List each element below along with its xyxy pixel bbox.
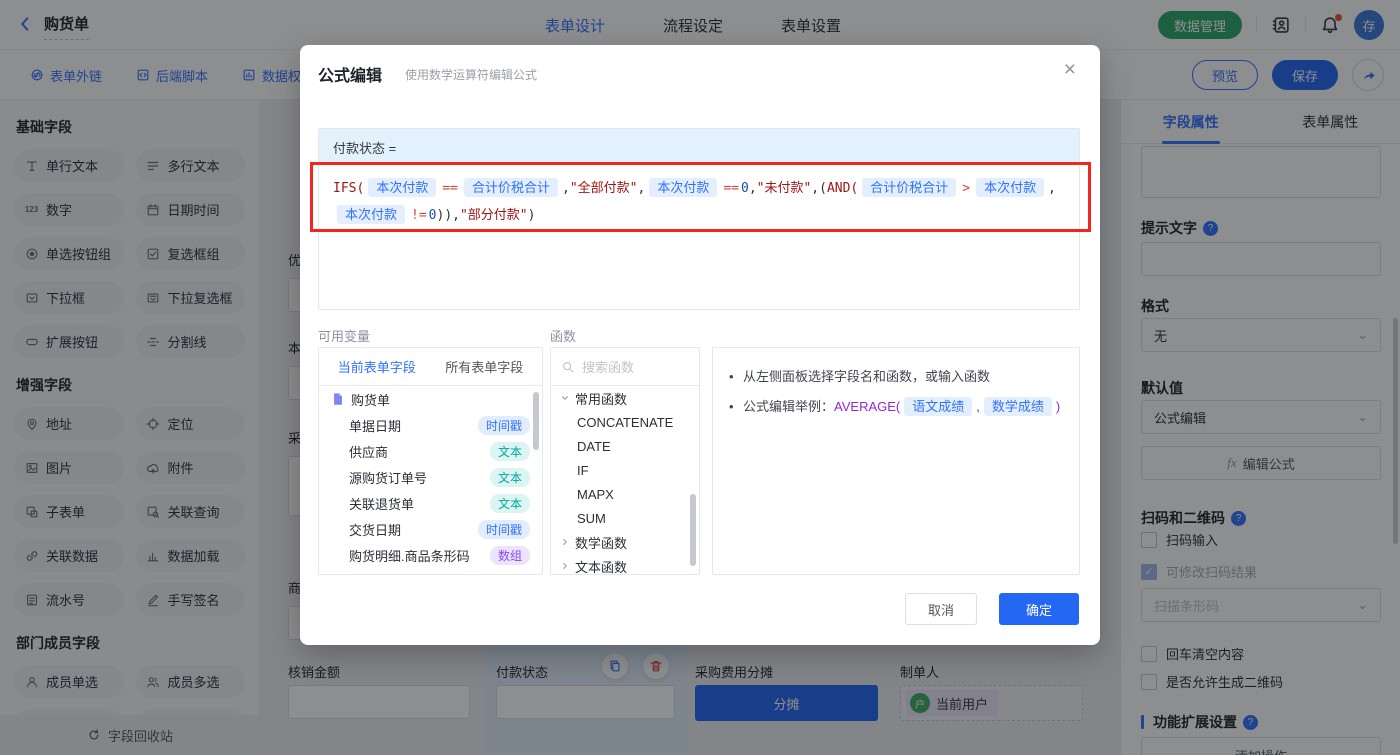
variable-root-row[interactable]: 购货单 [319, 386, 542, 412]
dialog-subtitle: 使用数学运算符编辑公式 [405, 68, 538, 82]
variable-name: 源购货订单号 [349, 470, 428, 486]
function-group[interactable]: 数学函数 [551, 530, 699, 554]
function-search-input[interactable]: 搜索函数 [551, 348, 699, 386]
formula-token: AND( [826, 181, 859, 196]
field-chip[interactable]: 本次付款 [976, 178, 1045, 197]
formula-token: != [411, 208, 427, 223]
field-chip[interactable]: 合计价税合计 [862, 178, 957, 197]
formula-token: )) [436, 208, 453, 223]
search-placeholder: 搜索函数 [582, 360, 635, 375]
variables-tab-1[interactable]: 当前表单字段 [338, 357, 416, 376]
field-type-badge: 文本 [489, 467, 530, 487]
example-comma: , [976, 399, 980, 414]
field-chip: 数学成绩 [983, 397, 1052, 416]
variable-row[interactable]: 购货明细.商品条形码 数组 [319, 542, 542, 568]
function-group-label: 文本函数 [575, 559, 628, 575]
functions-label: 函数 [550, 329, 577, 344]
chevron-right-icon [560, 560, 570, 572]
formula-token: , [637, 181, 646, 196]
function-item[interactable]: IF [551, 458, 699, 482]
function-item[interactable]: MAPX [551, 482, 699, 506]
dialog-title: 公式编辑 [318, 68, 383, 85]
formula-token: 0 [740, 181, 749, 196]
formula-token: ) [527, 208, 536, 223]
function-group-label: 数学函数 [575, 535, 628, 551]
function-group[interactable]: 文本函数 [551, 554, 699, 575]
functions-panel: 搜索函数 常用函数 CONCATENATE DATE IF MAPX SUM 数学函数文本函… [550, 347, 700, 575]
formula-editor-dialog: 公式编辑 使用数学运算符编辑公式 × 付款状态 = IFS(本次付款 == 合计价税… [300, 45, 1100, 645]
formula-token: > [962, 181, 971, 196]
variable-name: 单据日期 [349, 418, 402, 434]
field-chip[interactable]: 本次付款 [368, 178, 437, 197]
field-type-badge: 时间戳 [477, 415, 530, 435]
scrollbar-thumb[interactable] [533, 392, 539, 450]
example-function-close: ) [1055, 399, 1061, 414]
formula-target: 付款状态 = [319, 129, 1079, 165]
formula-token: 0 [428, 208, 437, 223]
formula-token: , [748, 181, 757, 196]
document-icon [331, 392, 345, 406]
formula-token: "未付款" [756, 181, 812, 196]
formula-token: "全部付款" [569, 181, 638, 196]
tip-line: 从左侧面板选择字段名和函数，或输入函数 [729, 362, 1063, 392]
variable-name: 购货明细.商品条形码 [349, 548, 470, 564]
tip-example-line: 公式编辑举例：AVERAGE(语文成绩,数学成绩) [729, 392, 1063, 422]
chevron-right-icon [560, 536, 570, 548]
close-icon[interactable]: × [1064, 59, 1076, 80]
function-group-label: 常用函数 [575, 391, 628, 407]
formula-token: , [1048, 181, 1056, 196]
variable-row[interactable]: 单据日期 时间戳 [319, 412, 542, 438]
tip-example-prefix: 公式编辑举例： [743, 399, 835, 414]
variable-row[interactable]: 源购货订单号 文本 [319, 464, 542, 490]
field-type-badge: 数组 [489, 545, 530, 565]
field-type-badge: 文本 [489, 493, 530, 513]
formula-input[interactable]: IFS(本次付款 == 合计价税合计 ,"全部付款", 本次付款 == 0,"未付款",(A… [319, 165, 1079, 239]
function-item[interactable]: CONCATENATE [551, 410, 699, 434]
scrollbar-thumb[interactable] [690, 494, 696, 566]
variables-panel: 当前表单字段 所有表单字段 购货单 单据日期 时间戳 供应商 文本 源购货订单号 文本 关联退货… [318, 347, 543, 575]
variables-label: 可用变量 [318, 329, 371, 344]
tips-panel: 从左侧面板选择字段名和函数，或输入函数 公式编辑举例：AVERAGE(语文成绩,… [712, 347, 1080, 575]
field-type-badge: 文本 [489, 441, 530, 461]
formula-token: , [562, 181, 570, 196]
field-chip[interactable]: 合计价税合计 [463, 178, 558, 197]
field-chip[interactable]: 本次付款 [337, 205, 406, 224]
search-icon [561, 360, 575, 374]
function-group[interactable]: 常用函数 [551, 386, 699, 410]
function-item[interactable]: DATE [551, 434, 699, 458]
cancel-button[interactable]: 取消 [905, 593, 977, 625]
variable-row[interactable]: 交货日期 时间戳 [319, 516, 542, 542]
variable-row[interactable]: 供应商 文本 [319, 438, 542, 464]
formula-token: ,( [811, 181, 827, 196]
formula-token: "部分付款" [459, 208, 528, 223]
field-type-badge: 时间戳 [477, 519, 530, 539]
formula-token: == [723, 181, 739, 196]
chevron-down-icon [559, 393, 571, 403]
example-function-name: AVERAGE( [834, 399, 901, 414]
variable-name: 交货日期 [349, 522, 402, 538]
formula-token: , [452, 208, 460, 223]
formula-token: == [442, 181, 458, 196]
function-item[interactable]: SUM [551, 506, 699, 530]
field-chip: 语文成绩 [904, 397, 973, 416]
variable-name: 供应商 [349, 444, 389, 460]
variable-name: 关联退货单 [349, 496, 415, 512]
field-chip[interactable]: 本次付款 [649, 178, 718, 197]
variable-row[interactable]: 关联退货单 文本 [319, 490, 542, 516]
variable-root-name: 购货单 [351, 392, 391, 408]
formula-token: IFS( [333, 181, 365, 196]
formula-box: 付款状态 = IFS(本次付款 == 合计价税合计 ,"全部付款", 本次付款 == 0,"… [318, 128, 1080, 310]
confirm-button[interactable]: 确定 [999, 593, 1079, 625]
variables-tab-2[interactable]: 所有表单字段 [445, 357, 523, 376]
